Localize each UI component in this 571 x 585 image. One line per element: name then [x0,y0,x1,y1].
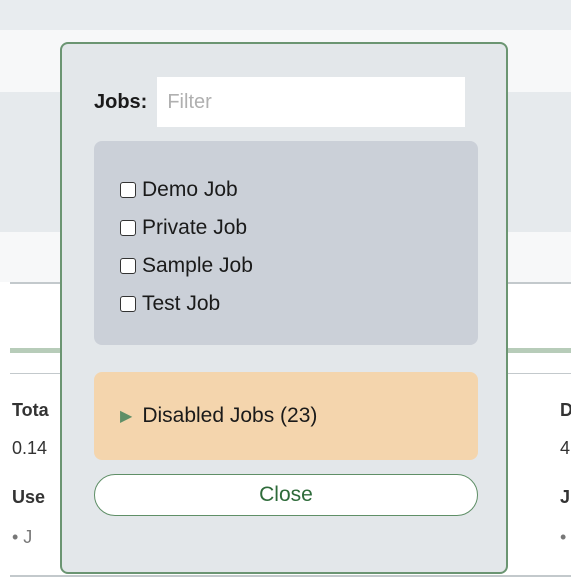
used-bullet: • J [12,527,33,547]
job-label: Sample Job [142,254,253,277]
right-value: 4 [560,438,571,458]
right-label-2: J [560,487,571,507]
total-value: 0.14 [12,438,48,458]
divider [10,575,571,577]
right-label: D [560,400,571,420]
list-item[interactable]: Private Job [120,209,478,247]
checkbox[interactable] [120,296,136,312]
triangle-right-icon: ▶ [120,408,133,425]
total-label: Tota [12,400,49,420]
background-band [0,0,571,30]
list-item[interactable]: Demo Job [120,171,478,209]
job-filter-input[interactable] [157,77,466,127]
checkbox[interactable] [120,182,136,198]
job-filter-modal: Jobs: Demo Job Private Job Sample Job Te… [60,42,508,574]
job-label: Demo Job [142,178,238,201]
job-label: Private Job [142,216,248,239]
checkbox[interactable] [120,220,136,236]
list-item[interactable]: Sample Job [120,247,478,285]
close-button[interactable]: Close [94,474,478,516]
jobs-list: Demo Job Private Job Sample Job Test Job [94,141,478,345]
list-item[interactable]: Test Job [120,285,478,323]
job-label: Test Job [142,292,221,315]
filter-row: Jobs: [94,77,466,127]
used-label: Use [12,487,46,507]
checkbox[interactable] [120,258,136,274]
disabled-jobs-label: Disabled Jobs (23) [142,404,318,427]
disabled-jobs-toggle[interactable]: ▶ Disabled Jobs (23) [94,372,478,460]
jobs-label: Jobs: [94,90,148,113]
right-bullet: • [560,527,567,547]
